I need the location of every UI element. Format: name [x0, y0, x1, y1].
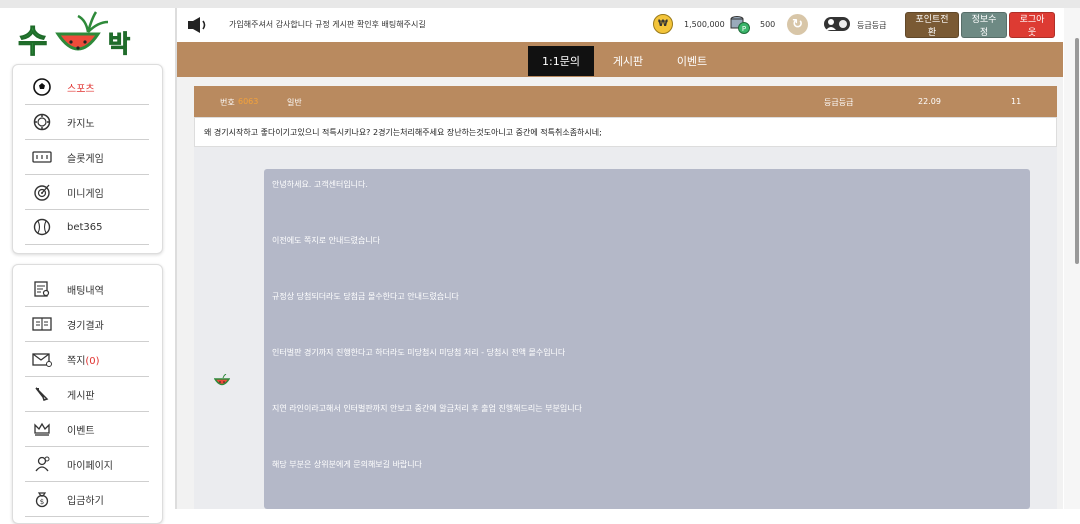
history-list-icon	[31, 278, 53, 300]
answer-line: 안녕하세요. 고객센터입니다.	[272, 180, 368, 189]
post-date: 22.09	[918, 97, 941, 106]
top-header: 가입해주셔서 감사합니다 규정 게시판 확인후 배팅해주시길 ₩ 1,500,0…	[177, 8, 1063, 42]
book-results-icon	[31, 313, 53, 335]
post-views: 11	[1011, 97, 1022, 106]
browser-top-strip	[0, 0, 1080, 8]
sidebar-item-label: 이벤트	[67, 425, 95, 437]
message-count: (0)	[85, 355, 100, 367]
sidebar-item-label: bet365	[67, 221, 103, 233]
money-bag-icon: $	[31, 488, 53, 510]
tab-event[interactable]: 이벤트	[665, 46, 719, 76]
svg-text:수: 수	[18, 22, 47, 60]
answer-line: 인터벌판 경기까지 진행한다고 하더라도 미당첨시 미당첨 처리 - 당첨시 전…	[272, 348, 566, 357]
sidebar-item-sports[interactable]: 스포츠	[25, 70, 149, 105]
speaker-icon	[188, 17, 206, 33]
won-coin-icon: ₩	[653, 14, 673, 34]
answer-box: 안녕하세요. 고객센터입니다. 이전에도 쪽지로 안내드렸습니다 규정상 당첨되…	[264, 169, 1030, 509]
post-header-row: 번호 6063 일반 등급등급 22.09 11	[194, 86, 1057, 117]
sidebar-group-account: 배팅내역 경기결과 쪽지(0) 게시판 이벤트 마이페이지 $ 입금하기	[12, 264, 163, 524]
user-level-icon	[824, 17, 850, 31]
point-convert-button[interactable]: 포인트전환	[905, 12, 959, 38]
main-nav: 1:1문의 게시판 이벤트	[177, 42, 1063, 77]
balance-amount: 1,500,000	[684, 20, 725, 29]
sidebar-item-bet-history[interactable]: 배팅내역	[25, 272, 149, 307]
sidebar-item-event[interactable]: 이벤트	[25, 412, 149, 447]
sidebar-item-bet365[interactable]: bet365	[25, 210, 149, 245]
sidebar-item-label: 게시판	[67, 390, 95, 402]
sidebar-item-label: 미니게임	[67, 188, 104, 200]
page-scrollbar-thumb[interactable]	[1075, 38, 1079, 264]
sidebar-item-label: 카지노	[67, 118, 95, 130]
pencil-icon	[31, 383, 53, 405]
envelope-icon	[31, 348, 53, 370]
crown-icon	[31, 418, 53, 440]
sidebar-item-casino[interactable]: 카지노	[25, 105, 149, 140]
refresh-icon[interactable]: ↻	[787, 14, 808, 35]
slot-machine-icon	[31, 146, 53, 168]
post-author-level: 등급등급	[824, 98, 854, 107]
sidebar-item-label: 슬롯게임	[67, 153, 104, 165]
sidebar-item-label: 경기결과	[67, 320, 104, 332]
notice-marquee: 가입해주셔서 감사합니다 규정 게시판 확인후 배팅해주시길	[229, 20, 426, 29]
tab-board[interactable]: 게시판	[604, 46, 652, 76]
sidebar: 수 박 스포츠 카지노 슬롯게임 미니게임 bet365 배팅내역 경기결과 쪽…	[0, 8, 176, 524]
target-icon	[31, 181, 53, 203]
sidebar-item-deposit[interactable]: $ 입금하기	[25, 482, 149, 517]
sidebar-item-label: 스포츠	[67, 83, 95, 95]
post-number: 6063	[238, 97, 259, 106]
post-number-label: 번호	[220, 98, 235, 107]
sidebar-item-mypage[interactable]: 마이페이지	[25, 447, 149, 482]
logout-button[interactable]: 로그아웃	[1009, 12, 1055, 38]
svg-text:$: $	[40, 498, 44, 506]
post-body-text: 왜 경기시작하고 좋다이기고있으니 적특시키나요? 2경기는처리해주세요 장난하…	[204, 128, 602, 137]
post-type: 일반	[287, 98, 302, 107]
answer-line: 지연 라인이라고해서 인터벌판까지 안보고 중간에 알금처리 후 출업 진행해드…	[272, 404, 582, 413]
casino-chip-icon	[31, 111, 53, 133]
user-settings-icon	[31, 453, 53, 475]
sidebar-item-results[interactable]: 경기결과	[25, 307, 149, 342]
sidebar-item-label: 마이페이지	[67, 460, 113, 472]
user-level: 등급등급	[857, 21, 887, 30]
baseball-icon	[31, 216, 53, 238]
watermelon-logo[interactable]: 수 박	[16, 10, 146, 64]
soccer-ball-icon	[31, 76, 53, 98]
point-amount: 500	[760, 20, 776, 29]
sidebar-item-minigame[interactable]: 미니게임	[25, 175, 149, 210]
sidebar-item-board[interactable]: 게시판	[25, 377, 149, 412]
post-body: 왜 경기시작하고 좋다이기고있으니 적특시키나요? 2경기는처리해주세요 장난하…	[194, 117, 1057, 147]
answer-line: 해당 부분은 상위분에게 문의해보길 바랍니다	[272, 460, 423, 469]
answer-line: 규정상 당첨되더라도 당첨금 몰수한다고 안내드렸습니다	[272, 292, 459, 301]
answer-line: 이전에도 쪽지로 안내드렸습니다	[272, 236, 381, 245]
sidebar-item-label: 배팅내역	[67, 285, 104, 297]
sidebar-item-label: 입금하기	[67, 495, 104, 507]
edit-info-button[interactable]: 정보수정	[961, 12, 1007, 38]
point-coins-icon: P	[730, 16, 750, 34]
svg-text:P: P	[742, 25, 746, 33]
sidebar-item-label: 쪽지(0)	[67, 355, 100, 367]
sidebar-item-messages[interactable]: 쪽지(0)	[25, 342, 149, 377]
logo-text: 박	[108, 30, 130, 58]
sidebar-item-slot[interactable]: 슬롯게임	[25, 140, 149, 175]
sidebar-group-games: 스포츠 카지노 슬롯게임 미니게임 bet365	[12, 64, 163, 254]
tab-qna[interactable]: 1:1문의	[528, 46, 594, 76]
watermelon-avatar-icon	[214, 374, 230, 386]
